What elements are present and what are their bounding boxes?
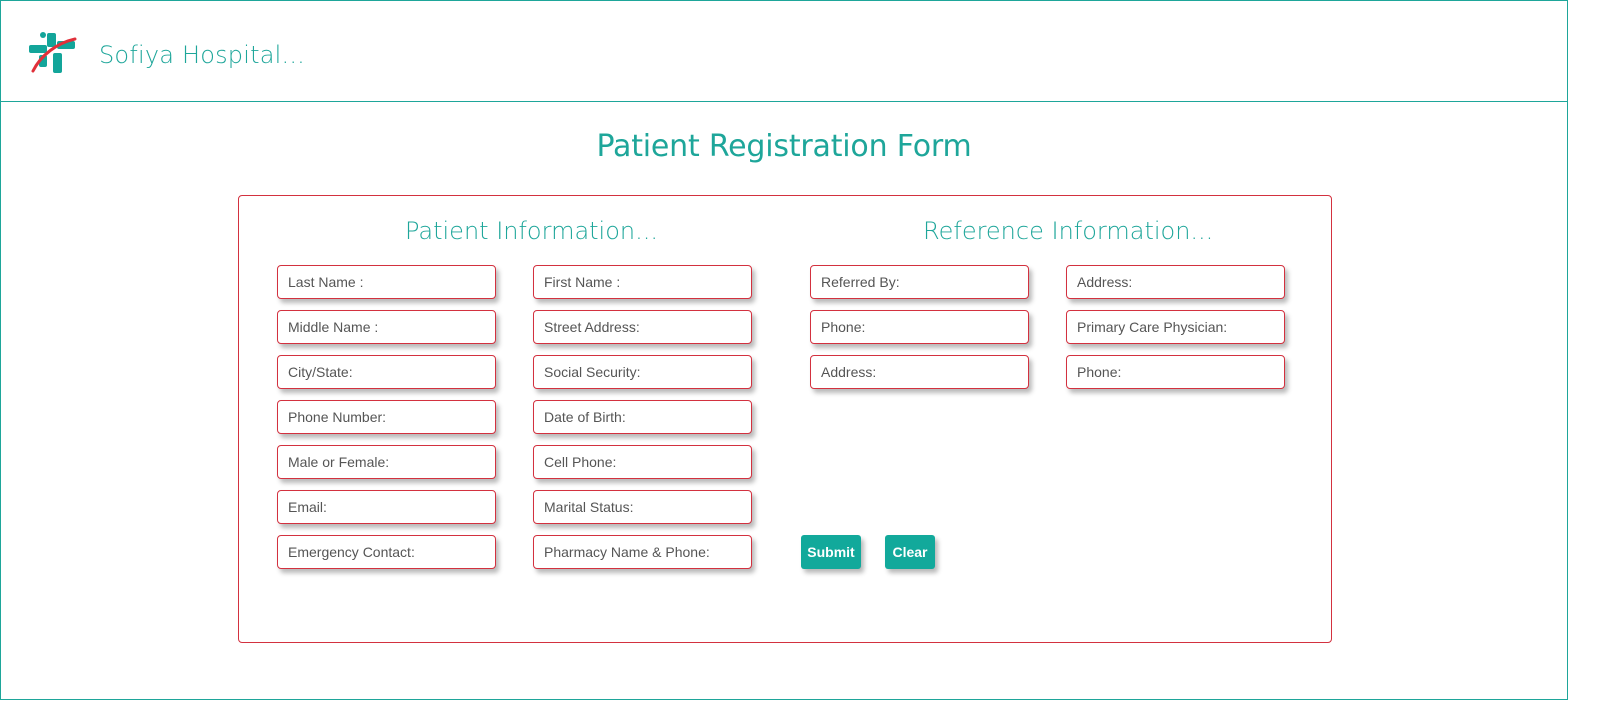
date-of-birth-field[interactable] [533, 400, 752, 434]
reference-phone-field[interactable] [810, 310, 1029, 344]
physician-phone-field[interactable] [1066, 355, 1285, 389]
cell-phone-field[interactable] [533, 445, 752, 479]
brand-name: Sofiya Hospital... [99, 41, 305, 69]
gender-field[interactable] [277, 445, 496, 479]
app-frame: Sofiya Hospital... Patient Registration … [0, 0, 1568, 700]
patient-section-title: Patient Information... [405, 217, 659, 245]
referred-by-field[interactable] [810, 265, 1029, 299]
medical-cross-icon [29, 32, 77, 73]
marital-status-field[interactable] [533, 490, 752, 524]
email-field[interactable] [277, 490, 496, 524]
city-state-field[interactable] [277, 355, 496, 389]
primary-care-physician-field[interactable] [1066, 310, 1285, 344]
middle-name-field[interactable] [277, 310, 496, 344]
header: Sofiya Hospital... [1, 1, 1567, 102]
last-name-field[interactable] [277, 265, 496, 299]
clear-button[interactable]: Clear [885, 535, 935, 569]
submit-button[interactable]: Submit [801, 535, 861, 569]
first-name-field[interactable] [533, 265, 752, 299]
phone-number-field[interactable] [277, 400, 496, 434]
social-security-field[interactable] [533, 355, 752, 389]
reference-address-field[interactable] [810, 355, 1029, 389]
reference-section-title: Reference Information... [923, 217, 1214, 245]
street-address-field[interactable] [533, 310, 752, 344]
emergency-contact-field[interactable] [277, 535, 496, 569]
physician-address-field[interactable] [1066, 265, 1285, 299]
page-title: Patient Registration Form [596, 129, 972, 164]
pharmacy-field[interactable] [533, 535, 752, 569]
